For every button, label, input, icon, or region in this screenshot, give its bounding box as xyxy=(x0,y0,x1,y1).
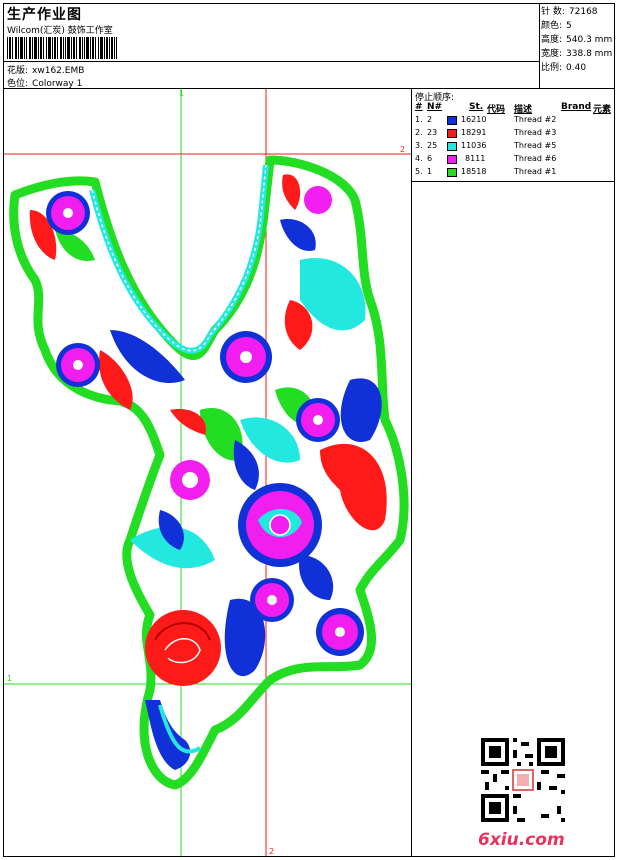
sequence-row: 4. 6 8111 Thread #6 xyxy=(415,154,556,167)
meta-divider xyxy=(3,61,539,62)
color-swatch xyxy=(447,155,457,164)
stat-label: 针 数: xyxy=(541,7,565,17)
row-num: 4. xyxy=(415,154,423,163)
color-swatch xyxy=(447,168,457,177)
row-n: 23 xyxy=(427,128,438,137)
stat-colors: 颜色: 5 xyxy=(541,19,612,33)
stats-divider xyxy=(539,3,540,89)
row-n: 2 xyxy=(427,115,433,124)
stat-scale: 比例: 0.40 xyxy=(541,61,612,75)
col-header-st: St. xyxy=(469,102,484,112)
row-code: 8111 xyxy=(465,154,486,163)
stat-width: 宽度: 338.8 mm xyxy=(541,47,612,61)
design-value: xw162.EMB xyxy=(32,66,85,76)
col-header-element: 元素 xyxy=(593,105,612,115)
sequence-row: 5. 1 18518 Thread #1 xyxy=(415,167,556,180)
col-header-brand: Brand xyxy=(561,102,592,112)
company-name: Wilcom(汇炭) 鼓饰工作室 xyxy=(7,26,113,36)
center-flower xyxy=(238,483,322,567)
stat-label: 颜色: xyxy=(541,21,563,31)
row-code: 16210 xyxy=(461,115,487,124)
row-desc: Thread #6 xyxy=(514,154,557,163)
guide-label-h1: 1 xyxy=(7,674,13,683)
sidebar-divider xyxy=(411,88,412,857)
row-num: 2. xyxy=(415,128,423,137)
stat-value: 72168 xyxy=(568,7,598,17)
sequence-row: 3. 25 11036 Thread #5 xyxy=(415,141,556,154)
row-code: 18518 xyxy=(461,167,487,176)
col-header-num: # xyxy=(415,102,423,112)
flower-small xyxy=(316,608,364,656)
col-header-desc: 描述 xyxy=(514,105,533,115)
row-num: 3. xyxy=(415,141,423,150)
colorway-row: 色位: Colorway 1 xyxy=(7,76,82,89)
colorway-label: 色位: xyxy=(7,79,29,89)
row-num: 5. xyxy=(415,167,423,176)
row-n: 1 xyxy=(427,167,433,176)
stat-label: 宽度: xyxy=(541,49,563,59)
flower-small xyxy=(250,578,294,622)
sequence-row: 2. 23 18291 Thread #3 xyxy=(415,128,556,141)
color-swatch xyxy=(447,129,457,138)
stat-value: 540.3 mm xyxy=(566,35,613,45)
design-label: 花版: xyxy=(7,66,29,76)
site-watermark: 6xiu.com xyxy=(478,830,565,850)
row-n: 6 xyxy=(427,154,433,163)
stat-value: 0.40 xyxy=(566,63,587,73)
stat-label: 高度: xyxy=(541,35,563,45)
col-header-code: 代码 xyxy=(487,105,506,115)
red-rose xyxy=(145,610,221,686)
stat-label: 比例: xyxy=(541,63,563,73)
page-title: 生产作业图 xyxy=(7,7,82,23)
row-desc: Thread #2 xyxy=(514,115,557,124)
guide-label-v2: 2 xyxy=(269,847,275,856)
qr-code xyxy=(481,738,565,822)
sequence-bottom-divider xyxy=(411,181,615,182)
color-swatch xyxy=(447,116,457,125)
color-swatch xyxy=(447,142,457,151)
flower-small xyxy=(296,398,340,442)
flower-small xyxy=(46,191,90,235)
row-code: 18291 xyxy=(461,128,487,137)
stat-stitches: 针 数: 72168 xyxy=(541,5,612,19)
flower-small xyxy=(56,343,100,387)
guide-label-v1: 1 xyxy=(179,89,185,98)
row-desc: Thread #3 xyxy=(514,128,557,137)
stat-value: 5 xyxy=(566,21,572,31)
embroidery-canvas xyxy=(4,89,411,856)
flower-spiky xyxy=(304,186,332,214)
flower-small xyxy=(220,331,272,383)
row-desc: Thread #5 xyxy=(514,141,557,150)
sequence-row: 1. 2 16210 Thread #2 xyxy=(415,115,556,128)
row-n: 25 xyxy=(427,141,438,150)
colorway-value: Colorway 1 xyxy=(32,79,83,89)
row-desc: Thread #1 xyxy=(514,167,557,176)
col-header-n: N# xyxy=(427,102,443,112)
guide-label-h2: 2 xyxy=(400,145,406,154)
design-stats: 针 数: 72168 颜色: 5 高度: 540.3 mm 宽度: 338.8 mm 比… xyxy=(541,5,612,75)
barcode xyxy=(7,37,117,59)
stat-value: 338.8 mm xyxy=(566,49,613,59)
row-code: 11036 xyxy=(461,141,487,150)
design-file-row: 花版: xw162.EMB xyxy=(7,63,84,76)
row-num: 1. xyxy=(415,115,423,124)
stat-height: 高度: 540.3 mm xyxy=(541,33,612,47)
flower-spiky xyxy=(170,460,210,500)
